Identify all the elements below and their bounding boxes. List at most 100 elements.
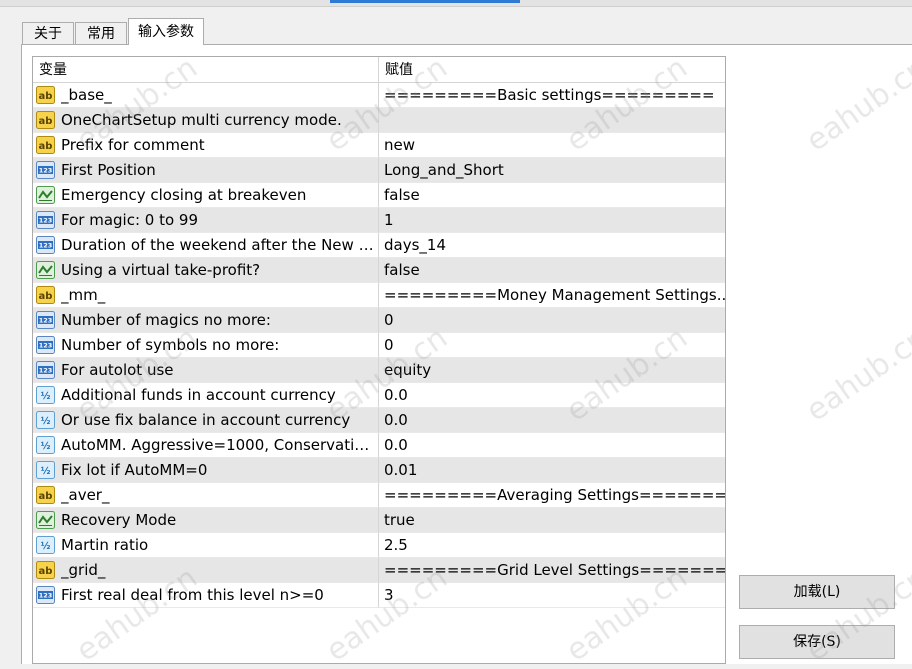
table-header: 变量 赋值 [33,57,725,83]
value-cell[interactable]: new [379,133,725,158]
value-cell[interactable]: equity [379,358,725,383]
variable-cell[interactable]: ab _aver_ [33,483,379,508]
variable-name: Recovery Mode [61,511,177,529]
variable-cell[interactable]: ab _grid_ [33,558,379,583]
variable-cell[interactable]: 123 Number of magics no more: [33,308,379,333]
integer-type-icon: 123 [36,161,55,179]
table-row[interactable]: 123 For autolot use equity [33,358,725,383]
tab-input-params[interactable]: 输入参数 [128,18,204,45]
table-row[interactable]: ab _grid_ =========Grid Level Settings====… [33,558,725,583]
value-cell[interactable]: 0.0 [379,383,725,408]
value-cell[interactable]: 0.0 [379,408,725,433]
variable-name: _base_ [61,86,112,104]
table-row[interactable]: ½ Additional funds in account currency 0.0 [33,383,725,408]
tab-common[interactable]: 常用 [75,22,127,44]
variable-cell[interactable]: ½ AutoMM. Aggressive=1000, Conservativ... [33,433,379,458]
value-cell[interactable]: =========Money Management Settings... [379,283,725,308]
value-cell[interactable]: true [379,508,725,533]
variable-cell[interactable]: 123 For magic: 0 to 99 [33,208,379,233]
svg-text:123: 123 [39,167,53,175]
variable-name: First real deal from this level n>=0 [61,586,324,604]
svg-text:½: ½ [41,466,51,477]
value-cell[interactable]: false [379,258,725,283]
boolean-type-icon [36,186,55,204]
value-cell[interactable]: =========Averaging Settings========= [379,483,725,508]
column-header-variable[interactable]: 变量 [33,57,379,82]
string-type-icon: ab [36,86,55,104]
value-cell[interactable]: 2.5 [379,533,725,558]
svg-text:123: 123 [39,217,53,225]
table-row[interactable]: ½ Or use fix balance in account currency 0… [33,408,725,433]
table-row[interactable]: ½ Martin ratio 2.5 [33,533,725,558]
title-accent [330,0,520,3]
value-cell[interactable]: 0.0 [379,433,725,458]
variable-cell[interactable]: ab OneChartSetup multi currency mode. [33,108,379,133]
variable-cell[interactable]: ½ Fix lot if AutoMM=0 [33,458,379,483]
value-cell[interactable]: days_14 [379,233,725,258]
table-row[interactable]: 123 Duration of the weekend after the New… [33,233,725,258]
variable-cell[interactable]: 123 Number of symbols no more: [33,333,379,358]
variable-name: _aver_ [61,486,110,504]
variable-cell[interactable]: 123 Duration of the weekend after the New… [33,233,379,258]
tab-about[interactable]: 关于 [22,22,74,44]
double-type-icon: ½ [36,411,55,429]
table-row[interactable]: Recovery Mode true [33,508,725,533]
svg-text:123: 123 [39,242,53,250]
variable-name: For magic: 0 to 99 [61,211,198,229]
variable-cell[interactable]: ab _base_ [33,83,379,108]
variable-cell[interactable]: ab _mm_ [33,283,379,308]
table-row[interactable]: Emergency closing at breakeven false [33,183,725,208]
value-cell[interactable]: =========Basic settings========= [379,83,725,108]
value-cell[interactable]: 1 [379,208,725,233]
table-row[interactable]: ab _mm_ =========Money Management Settings… [33,283,725,308]
table-row[interactable]: ab OneChartSetup multi currency mode. [33,108,725,133]
string-type-icon: ab [36,486,55,504]
load-button[interactable]: 加载(L) [739,575,895,609]
table-row[interactable]: Using a virtual take-profit? false [33,258,725,283]
window-top-strip [0,0,912,7]
variable-name: Number of symbols no more: [61,336,280,354]
table-row[interactable]: ab _base_ =========Basic settings========= [33,83,725,108]
variable-cell[interactable]: Using a virtual take-profit? [33,258,379,283]
column-header-value[interactable]: 赋值 [379,57,725,82]
double-type-icon: ½ [36,461,55,479]
variable-cell[interactable]: Emergency closing at breakeven [33,183,379,208]
table-row[interactable]: ½ Fix lot if AutoMM=0 0.01 [33,458,725,483]
integer-type-icon: 123 [36,586,55,604]
svg-text:½: ½ [41,416,51,427]
table-row[interactable]: 123 For magic: 0 to 99 1 [33,208,725,233]
value-cell[interactable]: 0 [379,308,725,333]
variable-cell[interactable]: ½ Martin ratio [33,533,379,558]
integer-type-icon: 123 [36,311,55,329]
integer-type-icon: 123 [36,361,55,379]
table-row[interactable]: 123 First real deal from this level n>=0 3 [33,583,725,608]
table-row[interactable]: 123 Number of symbols no more: 0 [33,333,725,358]
string-type-icon: ab [36,286,55,304]
variable-name: Number of magics no more: [61,311,271,329]
string-type-icon: ab [36,111,55,129]
value-cell[interactable]: false [379,183,725,208]
save-button[interactable]: 保存(S) [739,625,895,659]
value-cell[interactable]: 3 [379,583,725,608]
variable-cell[interactable]: 123 First Position [33,158,379,183]
value-cell[interactable]: 0 [379,333,725,358]
variable-cell[interactable]: ½ Additional funds in account currency [33,383,379,408]
variable-cell[interactable]: Recovery Mode [33,508,379,533]
value-cell[interactable] [379,108,725,133]
value-cell[interactable]: =========Grid Level Settings========= [379,558,725,583]
table-row[interactable]: ½ AutoMM. Aggressive=1000, Conservativ...… [33,433,725,458]
variable-cell[interactable]: ab Prefix for comment [33,133,379,158]
variable-cell[interactable]: 123 First real deal from this level n>=0 [33,583,379,608]
table-row[interactable]: 123 First Position Long_and_Short [33,158,725,183]
variable-cell[interactable]: 123 For autolot use [33,358,379,383]
table-row[interactable]: ab _aver_ =========Averaging Settings=====… [33,483,725,508]
variable-name: Using a virtual take-profit? [61,261,261,279]
svg-text:ab: ab [39,491,53,502]
value-cell[interactable]: Long_and_Short [379,158,725,183]
value-cell[interactable]: 0.01 [379,458,725,483]
svg-text:123: 123 [39,367,53,375]
table-row[interactable]: 123 Number of magics no more: 0 [33,308,725,333]
table-row[interactable]: ab Prefix for comment new [33,133,725,158]
variable-cell[interactable]: ½ Or use fix balance in account currency [33,408,379,433]
integer-type-icon: 123 [36,236,55,254]
